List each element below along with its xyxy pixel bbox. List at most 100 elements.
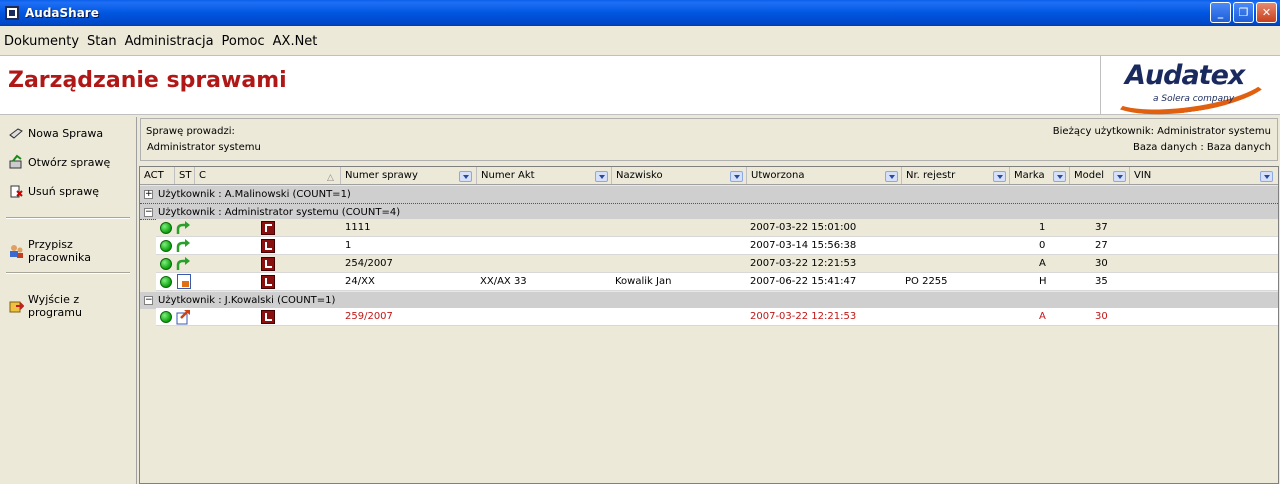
filter-dropdown-icon[interactable] — [885, 171, 898, 182]
filter-dropdown-icon[interactable] — [1113, 171, 1126, 182]
group-row[interactable]: − Użytkownik : J.Kowalski (COUNT=1) — [140, 292, 1278, 309]
window-title: AudaShare — [25, 6, 99, 20]
close-button[interactable]: ✕ — [1256, 2, 1277, 23]
cases-grid: ACT ST C △ Numer sprawy Numer Akt Nazwis… — [139, 166, 1279, 484]
active-status-icon — [160, 222, 172, 234]
cell-marka: A — [1039, 311, 1046, 322]
cell-model: 27 — [1095, 240, 1108, 251]
table-row[interactable]: 1 2007-03-14 15:56:38 0 27 — [156, 237, 1278, 255]
case-type-icon — [261, 239, 275, 253]
filter-dropdown-icon[interactable] — [1053, 171, 1066, 182]
filter-dropdown-icon[interactable] — [459, 171, 472, 182]
column-header-numer-akt[interactable]: Numer Akt — [477, 167, 612, 184]
logo-text: Audatex — [1125, 60, 1245, 91]
document-arrow-icon — [176, 310, 190, 325]
column-header-label: Model — [1074, 170, 1105, 181]
column-header-numer-sprawy[interactable]: Numer sprawy — [341, 167, 477, 184]
filter-dropdown-icon[interactable] — [993, 171, 1006, 182]
column-header-model[interactable]: Model — [1070, 167, 1130, 184]
sidebar-divider — [6, 272, 130, 274]
menu-administracja[interactable]: Administracja — [125, 34, 214, 49]
app-icon — [5, 6, 19, 20]
menu-axnet[interactable]: AX.Net — [273, 34, 318, 49]
group-label: Użytkownik : A.Malinowski (COUNT=1) — [158, 189, 351, 200]
filter-dropdown-icon[interactable] — [595, 171, 608, 182]
menu-stan[interactable]: Stan — [87, 34, 117, 49]
exit-icon — [8, 298, 25, 314]
page-header: Zarządzanie sprawami Audatex a Solera co… — [0, 48, 1280, 124]
cell-utworzona: 2007-03-22 15:01:00 — [750, 222, 857, 233]
table-row[interactable]: 1111 2007-03-22 15:01:00 1 37 — [156, 219, 1278, 237]
column-header-label: VIN — [1134, 170, 1152, 181]
sidebar-divider — [6, 217, 130, 219]
column-header-label: Utworzona — [751, 170, 805, 181]
menu-bar: Dokumenty Stan Administracja Pomoc AX.Ne… — [0, 29, 1280, 53]
cell-marka: 1 — [1039, 222, 1046, 233]
expand-icon[interactable]: + — [144, 190, 153, 199]
column-header-st[interactable]: ST — [175, 167, 195, 184]
cell-model: 37 — [1095, 222, 1108, 233]
table-row[interactable]: 254/2007 2007-03-22 12:21:53 A 30 — [156, 255, 1278, 273]
maximize-button[interactable]: ❐ — [1233, 2, 1254, 23]
table-row[interactable]: 24/XX XX/AX 33 Kowalik Jan 2007-06-22 15… — [156, 273, 1278, 291]
column-header-marka[interactable]: Marka — [1010, 167, 1070, 184]
cell-utworzona: 2007-03-14 15:56:38 — [750, 240, 857, 251]
cell-numer-sprawy: 254/2007 — [345, 258, 393, 269]
sort-ascending-icon: △ — [327, 173, 334, 183]
cell-model: 30 — [1095, 311, 1108, 322]
group-row[interactable]: − Użytkownik : Administrator systemu (CO… — [140, 203, 1278, 220]
sidebar-item-delete-case[interactable]: Usuń sprawę — [8, 183, 99, 199]
delete-case-icon — [8, 183, 24, 199]
table-row[interactable]: 259/2007 2007-03-22 12:21:53 A 30 — [156, 308, 1278, 326]
sidebar-item-new-case[interactable]: Nowa Sprawa — [8, 125, 103, 141]
cell-utworzona: 2007-03-22 12:21:53 — [750, 258, 857, 269]
cell-numer-sprawy: 1 — [345, 240, 352, 251]
menu-dokumenty[interactable]: Dokumenty — [4, 34, 79, 49]
filter-dropdown-icon[interactable] — [730, 171, 743, 182]
sidebar-item-exit[interactable]: Wyjście z programu — [8, 293, 136, 319]
column-header-vin[interactable]: VIN — [1130, 167, 1278, 184]
column-header-nazwisko[interactable]: Nazwisko — [612, 167, 747, 184]
column-header-label: Numer Akt — [481, 170, 535, 181]
column-header-c[interactable]: C △ — [195, 167, 341, 184]
page-title: Zarządzanie sprawami — [8, 68, 287, 93]
cell-utworzona: 2007-03-22 12:21:53 — [750, 311, 857, 322]
active-status-icon — [160, 258, 172, 270]
sidebar-item-open-case[interactable]: Otwórz sprawę — [8, 154, 110, 170]
minimize-button[interactable]: _ — [1210, 2, 1231, 23]
cell-utworzona: 2007-06-22 15:41:47 — [750, 276, 857, 287]
menu-pomoc[interactable]: Pomoc — [222, 34, 265, 49]
handler-label: Sprawę prowadzi: — [146, 126, 235, 137]
sent-arrow-icon — [176, 257, 190, 270]
locked-document-icon — [177, 274, 191, 289]
case-type-icon — [261, 275, 275, 289]
column-header-utworzona[interactable]: Utworzona — [747, 167, 902, 184]
group-label: Użytkownik : J.Kowalski (COUNT=1) — [158, 295, 336, 306]
sidebar-item-assign-worker[interactable]: Przypisz pracownika — [8, 238, 136, 264]
cell-numer-sprawy: 24/XX — [345, 276, 375, 287]
case-type-icon — [261, 257, 275, 271]
audatex-logo: Audatex a Solera company — [1100, 48, 1276, 124]
grid-header: ACT ST C △ Numer sprawy Numer Akt Nazwis… — [140, 167, 1278, 185]
title-bar: AudaShare _ ❐ ✕ — [0, 0, 1280, 26]
active-status-icon — [160, 240, 172, 252]
column-header-label: Marka — [1014, 170, 1045, 181]
collapse-icon[interactable]: − — [144, 208, 153, 217]
logo-subtext: a Solera company — [1153, 94, 1235, 104]
collapse-icon[interactable]: − — [144, 296, 153, 305]
active-status-icon — [160, 311, 172, 323]
filter-dropdown-icon[interactable] — [1260, 171, 1273, 182]
new-case-icon — [8, 125, 24, 141]
column-header-nr-rejestr[interactable]: Nr. rejestr — [902, 167, 1010, 184]
sidebar: Nowa Sprawa Otwórz sprawę Usuń sprawę Pr… — [0, 117, 137, 484]
cell-numer-akt: XX/AX 33 — [480, 276, 527, 287]
column-header-act[interactable]: ACT — [140, 167, 175, 184]
assign-user-icon — [8, 243, 24, 259]
sidebar-item-label: Nowa Sprawa — [28, 126, 104, 140]
cell-model: 35 — [1095, 276, 1108, 287]
group-row[interactable]: + Użytkownik : A.Malinowski (COUNT=1) — [140, 186, 1278, 203]
cell-marka: 0 — [1039, 240, 1046, 251]
case-type-icon — [261, 221, 275, 235]
sent-arrow-icon — [176, 221, 190, 234]
column-header-label: Nazwisko — [616, 170, 663, 181]
